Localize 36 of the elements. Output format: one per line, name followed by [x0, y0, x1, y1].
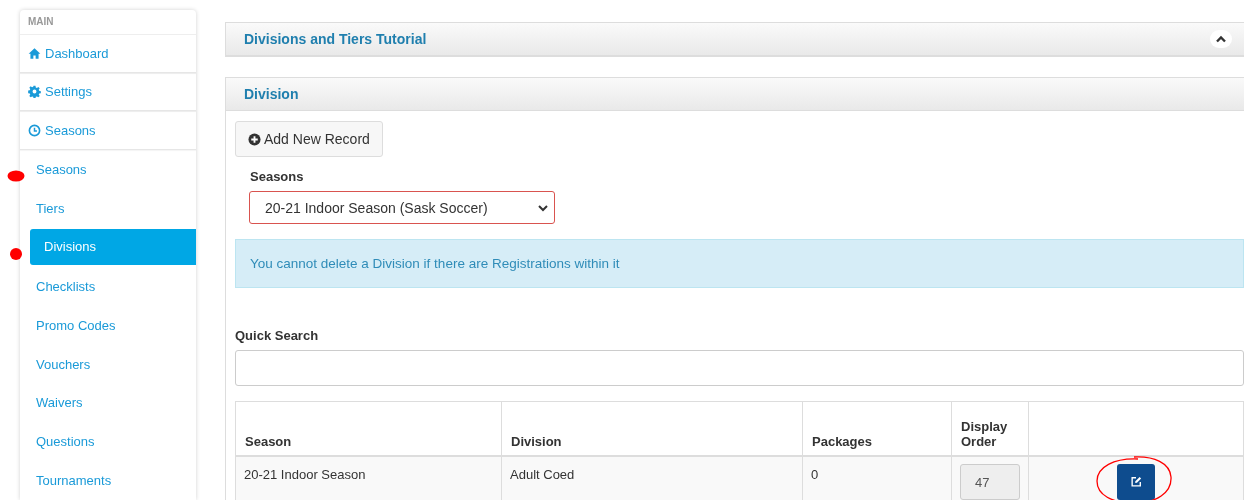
sidebar-item[interactable]: Settings	[20, 72, 196, 112]
sidebar-item[interactable]: Questions	[20, 422, 196, 462]
clock-icon	[28, 124, 41, 138]
sidebar-item[interactable]: Tiers	[20, 189, 196, 228]
chevron-icon	[1216, 35, 1226, 43]
field-label: Quick Search	[235, 328, 320, 343]
sidebar-item[interactable]: Waivers	[20, 383, 196, 423]
table-cell: 20-21 Indoor Season	[235, 456, 502, 500]
sidebar-item[interactable]: Seasons	[20, 150, 196, 190]
sidebar-item[interactable]: Vouchers	[20, 344, 196, 384]
caret-icon	[538, 203, 548, 212]
gear-icon	[28, 85, 41, 99]
table-cell: 0	[802, 456, 952, 500]
sidebar-item[interactable]: Promo Codes	[20, 305, 196, 345]
panel-title: Divisions and Tiers Tutorial	[244, 31, 427, 47]
sidebar-item[interactable]: Dashboard	[20, 33, 196, 73]
annotation-dot	[10, 248, 22, 260]
sidebar-item[interactable]: Divisions	[30, 229, 196, 265]
plus-circle-icon	[248, 132, 261, 146]
info-alert: You cannot delete a Division if there are Registrations within it	[235, 239, 1244, 288]
sidebar-item[interactable]: Checklists	[20, 266, 196, 306]
annotation-dot	[7, 170, 25, 182]
order-field[interactable]: 47	[960, 464, 1020, 500]
sidebar-item[interactable]: Seasons	[20, 111, 196, 151]
sidebar-item[interactable]: Tournaments	[20, 461, 196, 500]
edit-icon	[1130, 476, 1142, 488]
collapse-button[interactable]	[1210, 30, 1232, 48]
panel-title: Division	[244, 86, 299, 102]
home-icon	[28, 46, 41, 60]
search-field[interactable]	[235, 350, 1244, 386]
add-record-button[interactable]: Add New Record	[235, 121, 383, 157]
sidebar-heading: MAIN	[27, 15, 55, 29]
seasons-select[interactable]: 20-21 Indoor Season (Sask Soccer)	[249, 191, 555, 224]
edit-button[interactable]	[1117, 464, 1155, 500]
field-label: Seasons	[250, 169, 305, 184]
table-cell: Adult Coed	[501, 456, 803, 500]
